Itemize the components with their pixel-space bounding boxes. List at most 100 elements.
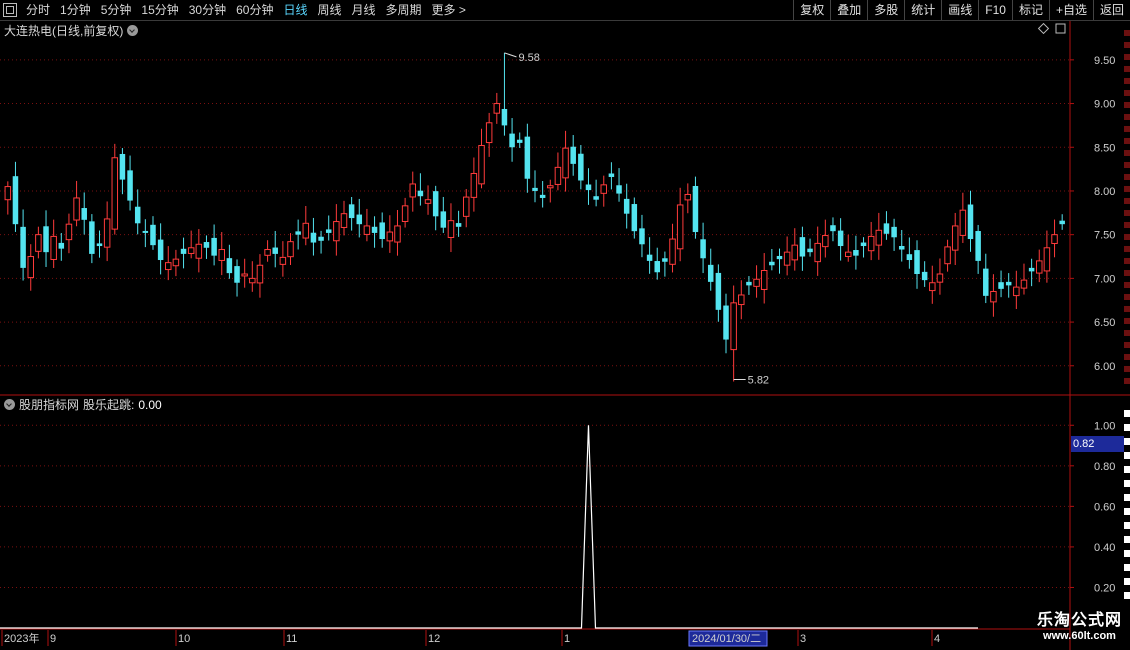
candle-body[interactable] [700,239,706,259]
candle-body[interactable] [485,122,493,144]
candle-body[interactable] [4,186,12,201]
candle-body[interactable] [554,166,562,185]
candle-body[interactable] [119,153,126,180]
candle-body[interactable] [1020,279,1028,289]
candle-body[interactable] [936,273,944,283]
candle-body[interactable] [478,145,485,185]
candle-body[interactable] [990,290,997,303]
candle-body[interactable] [65,223,73,241]
candle-body[interactable] [287,241,294,258]
candle-body[interactable] [203,242,210,248]
candle-body[interactable] [302,222,310,239]
candle-body[interactable] [623,198,630,214]
candle-body[interactable] [959,209,967,236]
candle-body[interactable] [799,237,806,257]
candle-body[interactable] [348,204,355,219]
candle-body[interactable] [807,248,813,253]
candle-body[interactable] [401,205,409,223]
candle-body[interactable] [853,250,859,256]
candle-body[interactable] [1051,234,1058,244]
candle-body[interactable] [662,258,668,262]
candle-body[interactable] [363,225,371,235]
candle-body[interactable] [883,223,890,234]
candle-body[interactable] [814,242,821,263]
indicator-series-line[interactable] [0,425,978,629]
candle-body[interactable] [845,251,852,257]
candle-body[interactable] [180,248,187,254]
candle-body[interactable] [723,305,729,340]
candle-body[interactable] [379,222,385,240]
candle-body[interactable] [409,183,417,198]
candle-body[interactable] [226,258,233,274]
candle-body[interactable] [715,272,722,310]
candle-body[interactable] [983,268,989,296]
candle-body[interactable] [218,249,225,261]
candle-body[interactable] [509,133,515,148]
candle-body[interactable] [234,266,240,283]
candle-body[interactable] [89,221,95,254]
candle-body[interactable] [547,185,554,189]
candle-body[interactable] [524,136,531,179]
candle-body[interactable] [1005,281,1012,286]
candle-body[interactable] [707,264,714,282]
candle-body[interactable] [967,204,974,240]
candle-body[interactable] [676,204,684,250]
candle-body[interactable] [891,226,897,238]
candle-body[interactable] [195,243,203,259]
candle-body[interactable] [975,231,981,261]
candle-body[interactable] [837,230,844,247]
candle-body[interactable] [493,103,501,114]
candle-body[interactable] [58,242,65,249]
candle-body[interactable] [539,194,546,198]
candle-body[interactable] [394,225,401,243]
candle-body[interactable] [356,214,363,225]
candle-body[interactable] [371,226,378,233]
candle-body[interactable] [921,271,928,281]
candle-body[interactable] [1059,220,1065,225]
candle-body[interactable] [944,246,951,265]
candle-body[interactable] [318,236,324,241]
candle-body[interactable] [142,230,149,233]
candle-body[interactable] [1013,286,1020,297]
candle-body[interactable] [103,218,111,248]
candle-body[interactable] [562,147,569,179]
candle-body[interactable] [532,187,538,191]
candle-body[interactable] [96,243,103,247]
candle-body[interactable] [929,282,936,292]
candle-body[interactable] [340,213,348,228]
candle-body[interactable] [1043,247,1051,272]
candle-body[interactable] [616,185,622,194]
candle-body[interactable] [860,242,867,247]
candle-body[interactable] [600,184,608,194]
candle-body[interactable] [424,199,432,204]
candle-body[interactable] [570,146,576,164]
candle-body[interactable] [951,225,959,251]
candle-body[interactable] [875,229,883,246]
candle-body[interactable] [1036,260,1043,274]
candle-body[interactable] [150,224,156,246]
candle-body[interactable] [608,173,615,177]
diamond-icon[interactable] [1037,22,1050,35]
candle-body[interactable] [272,247,278,254]
candle-body[interactable] [295,231,301,235]
candle-body[interactable] [310,232,317,243]
candle-body[interactable] [914,250,920,274]
candle-body[interactable] [432,191,439,217]
candle-body[interactable] [264,249,271,256]
candle-body[interactable] [769,261,775,266]
candle-body[interactable] [43,226,49,253]
candle-body[interactable] [692,186,699,233]
kline-chart[interactable]: 9.50 9.00 8.50 8.00 7.50 7.00 6.50 6.00 1.00 0.80… [0,0,1130,650]
candle-body[interactable] [12,176,19,225]
candle-body[interactable] [20,226,26,268]
candle-body[interactable] [898,245,905,250]
candle-body[interactable] [646,254,653,261]
candle-body[interactable] [730,302,737,351]
candle-body[interactable] [738,294,745,306]
candle-body[interactable] [669,238,676,265]
candle-body[interactable] [35,234,42,252]
candle-body[interactable] [172,258,180,267]
candle-body[interactable] [81,208,87,220]
candle-body[interactable] [501,108,508,126]
candle-body[interactable] [134,206,141,224]
